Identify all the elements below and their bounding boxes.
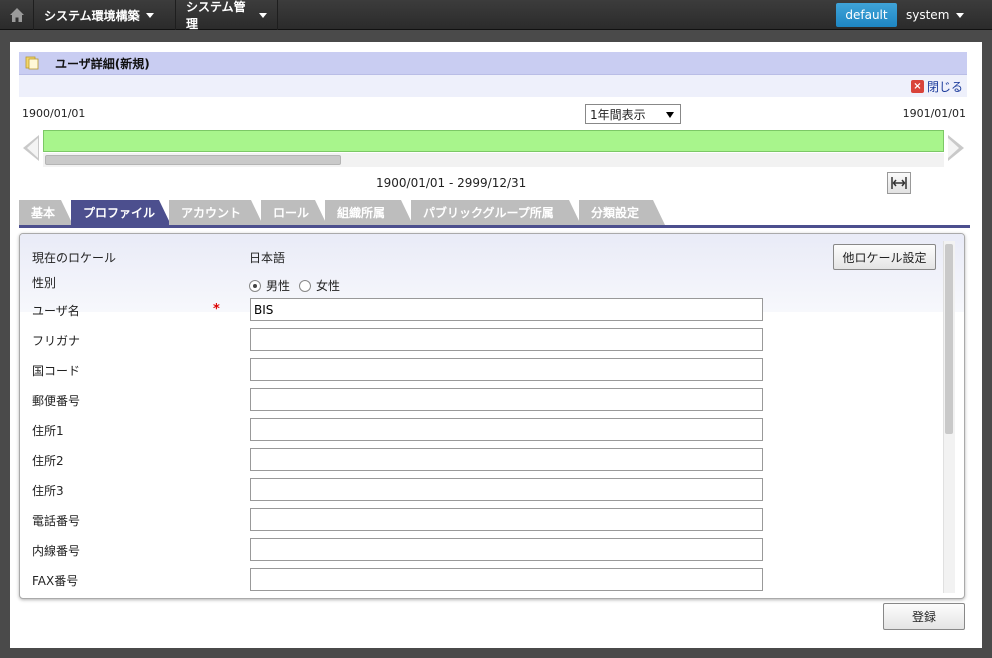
locale-label: 現在のロケール <box>32 251 117 265</box>
fax-input[interactable] <box>250 568 763 591</box>
tab-organization[interactable]: 組織所属 <box>325 200 413 225</box>
address3-input[interactable] <box>250 478 763 501</box>
timeline-end-date: 1901/01/01 <box>902 107 966 120</box>
furigana-input[interactable] <box>250 328 763 351</box>
timeline-bar[interactable] <box>43 130 944 152</box>
tab-role[interactable]: ロール <box>261 200 327 225</box>
register-button[interactable]: 登録 <box>883 603 965 630</box>
close-bar: × 閉じる <box>19 75 967 97</box>
timeline-prev-arrow-inner <box>27 138 38 158</box>
top-bar: システム環境構築 システム管理 default system <box>0 0 992 31</box>
default-button[interactable]: default <box>836 3 897 27</box>
close-link[interactable]: × 閉じる <box>910 78 963 95</box>
chevron-down-icon <box>956 12 965 18</box>
tab-account[interactable]: アカウント <box>169 200 263 225</box>
timeline-start-date: 1900/01/01 <box>22 107 86 120</box>
username-input[interactable] <box>250 298 763 321</box>
postal-code-input[interactable] <box>250 388 763 411</box>
page-title: ユーザ詳細(新規) <box>55 56 150 71</box>
title-bar: ユーザ詳細(新規) <box>19 52 967 75</box>
form-row-address3: 住所3 <box>20 478 940 502</box>
home-button[interactable] <box>0 0 34 30</box>
expand-button[interactable] <box>887 172 911 194</box>
gender-radio-group: 男性 女性 <box>249 277 349 294</box>
expand-width-icon <box>891 177 907 189</box>
menu-system-environment[interactable]: システム環境構築 <box>34 0 176 30</box>
locale-value: 日本語 <box>249 251 286 265</box>
range-select[interactable]: 1年間表示 <box>585 104 681 124</box>
form-row-gender: 性別 男性 女性 <box>20 270 940 294</box>
form-row-country: 国コード <box>20 358 940 382</box>
gender-female-radio[interactable] <box>299 279 312 292</box>
tab-public-group[interactable]: パブリックグループ所属 <box>411 200 581 225</box>
address3-label: 住所3 <box>32 484 64 498</box>
close-icon: × <box>910 80 924 93</box>
timeline-next-arrow-inner <box>948 138 959 158</box>
tab-profile[interactable]: プロファイル <box>71 200 171 225</box>
extension-input[interactable] <box>250 538 763 561</box>
extension-label: 内線番号 <box>32 544 81 558</box>
address1-input[interactable] <box>250 418 763 441</box>
username-label: ユーザ名 <box>32 304 80 318</box>
user-menu[interactable]: system <box>906 0 965 30</box>
gender-male-label: 男性 <box>266 279 291 293</box>
tab-category[interactable]: 分類設定 <box>579 200 665 225</box>
form-row-furigana: フリガナ <box>20 328 940 352</box>
form-row-address2: 住所2 <box>20 448 940 472</box>
tab-basic[interactable]: 基本 <box>19 200 73 225</box>
tab-underline <box>19 225 970 228</box>
close-label: 閉じる <box>926 80 963 94</box>
phone-label: 電話番号 <box>32 514 81 528</box>
gender-male-radio[interactable] <box>249 279 261 292</box>
main-content: ユーザ詳細(新規) × 閉じる 1900/01/01 1年間表示 1901/01… <box>10 42 982 648</box>
form-row-postal: 郵便番号 <box>20 388 940 412</box>
form-row-phone: 電話番号 <box>20 508 940 532</box>
country-code-input[interactable] <box>250 358 763 381</box>
chevron-down-icon <box>259 12 267 18</box>
address2-label: 住所2 <box>32 454 64 468</box>
furigana-label: フリガナ <box>32 334 81 348</box>
required-mark: * <box>213 302 220 317</box>
timeline-scroll-thumb[interactable] <box>45 155 341 165</box>
gender-label: 性別 <box>32 276 57 290</box>
form-row-extension: 内線番号 <box>20 538 940 562</box>
document-icon <box>25 56 39 70</box>
menu-system-admin[interactable]: システム管理 <box>176 0 278 31</box>
menu-label: システム管理 <box>186 0 246 31</box>
form-scroll-thumb[interactable] <box>945 244 953 434</box>
form-row-fax: FAX番号 <box>20 568 940 592</box>
form-row-address1: 住所1 <box>20 418 940 442</box>
country-code-label: 国コード <box>32 364 81 378</box>
timeline-period: 1900/01/01 - 2999/12/31 <box>376 176 527 190</box>
menu-label: システム環境構築 <box>44 8 140 23</box>
chevron-down-icon <box>666 112 674 118</box>
address2-input[interactable] <box>250 448 763 471</box>
profile-form-panel: 現在のロケール 日本語 他ロケール設定 性別 男性 女性 ユーザ名 * フリガナ… <box>19 233 965 599</box>
gender-female-label: 女性 <box>316 279 341 293</box>
form-row-locale: 現在のロケール 日本語 <box>20 245 940 269</box>
user-name: system <box>906 8 950 22</box>
range-select-value: 1年間表示 <box>590 107 646 122</box>
home-icon <box>9 8 24 22</box>
postal-code-label: 郵便番号 <box>32 394 81 408</box>
phone-input[interactable] <box>250 508 763 531</box>
form-row-username: ユーザ名 * <box>20 298 940 322</box>
fax-label: FAX番号 <box>32 574 79 588</box>
other-locale-button[interactable]: 他ロケール設定 <box>833 244 936 270</box>
chevron-down-icon <box>145 12 154 18</box>
address1-label: 住所1 <box>32 424 64 438</box>
